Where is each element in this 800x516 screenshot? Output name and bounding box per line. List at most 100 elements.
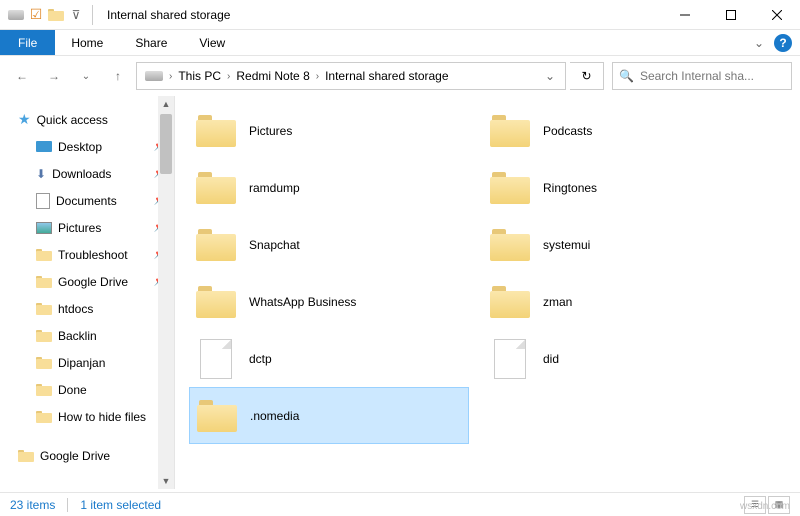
folder-icon: [36, 303, 52, 315]
folder-icon: [36, 411, 52, 423]
file-icon: [489, 338, 531, 380]
search-icon: 🔍: [619, 69, 634, 83]
folder-icon: [489, 224, 531, 266]
folder-icon: [36, 384, 52, 396]
file-item-label: Ringtones: [543, 181, 597, 195]
qat-overflow-icon[interactable]: ⊽: [68, 7, 84, 23]
sidebar-item-label: Desktop: [58, 140, 102, 154]
file-item[interactable]: Ringtones: [483, 159, 763, 216]
sidebar-item-google-drive[interactable]: Google Drive 📌: [0, 268, 174, 295]
search-placeholder: Search Internal sha...: [640, 69, 754, 83]
recent-locations-button[interactable]: ⌄: [72, 62, 100, 90]
refresh-button[interactable]: ↻: [570, 62, 604, 90]
sidebar-item-pictures[interactable]: Pictures 📌: [0, 214, 174, 241]
file-item-label: Podcasts: [543, 124, 592, 138]
folder-qat-icon[interactable]: [48, 7, 64, 23]
ribbon-expand-icon[interactable]: ⌄: [754, 36, 764, 50]
navigation-bar: ← → ⌄ ↑ › This PC › Redmi Note 8 › Inter…: [0, 56, 800, 96]
window-title: Internal shared storage: [107, 8, 230, 22]
folder-icon: [195, 110, 237, 152]
search-box[interactable]: 🔍 Search Internal sha...: [612, 62, 792, 90]
sidebar-scrollbar[interactable]: ▲ ▼: [158, 96, 174, 489]
sidebar-google-drive-root[interactable]: Google Drive: [0, 442, 174, 469]
file-list[interactable]: Pictures Podcasts ramdump Ringtones Snapchat…: [175, 96, 800, 489]
file-item-label: Pictures: [249, 124, 292, 138]
file-item[interactable]: .nomedia: [189, 387, 469, 444]
checkbox-qat-icon[interactable]: ☑: [28, 7, 44, 23]
sidebar-quick-access[interactable]: ★ Quick access: [0, 106, 174, 133]
chevron-right-icon[interactable]: ›: [167, 71, 174, 82]
address-root-icon[interactable]: [141, 71, 167, 81]
quick-access-toolbar: ☑ ⊽ Internal shared storage: [0, 5, 230, 25]
file-item[interactable]: did: [483, 330, 763, 387]
file-item[interactable]: systemui: [483, 216, 763, 273]
minimize-button[interactable]: [662, 0, 708, 30]
sidebar-item-desktop[interactable]: Desktop 📌: [0, 133, 174, 160]
breadcrumb-current[interactable]: Internal shared storage: [321, 69, 452, 83]
address-bar[interactable]: › This PC › Redmi Note 8 › Internal shar…: [136, 62, 566, 90]
status-bar: 23 items 1 item selected ☰ ▦: [0, 492, 800, 516]
folder-icon: [195, 224, 237, 266]
status-selection: 1 item selected: [80, 498, 161, 512]
file-item[interactable]: WhatsApp Business: [189, 273, 469, 330]
file-item[interactable]: Pictures: [189, 102, 469, 159]
ribbon-tab-view[interactable]: View: [183, 30, 241, 55]
divider: [67, 498, 68, 512]
help-icon[interactable]: ?: [774, 34, 792, 52]
status-item-count: 23 items: [10, 498, 55, 512]
scroll-thumb[interactable]: [160, 114, 172, 174]
file-item[interactable]: Snapchat: [189, 216, 469, 273]
chevron-right-icon[interactable]: ›: [225, 71, 232, 82]
chevron-right-icon[interactable]: ›: [314, 71, 321, 82]
downloads-icon: ⬇: [36, 167, 46, 181]
scroll-down-icon[interactable]: ▼: [158, 473, 174, 489]
sidebar-item-howtohide[interactable]: How to hide files: [0, 403, 174, 430]
sidebar-item-htdocs[interactable]: htdocs: [0, 295, 174, 322]
file-item[interactable]: zman: [483, 273, 763, 330]
file-item-label: Snapchat: [249, 238, 300, 252]
folder-icon: [36, 330, 52, 342]
desktop-icon: [36, 141, 52, 152]
ribbon-tab-home[interactable]: Home: [55, 30, 119, 55]
file-item[interactable]: ramdump: [189, 159, 469, 216]
sidebar-item-downloads[interactable]: ⬇ Downloads 📌: [0, 160, 174, 187]
folder-icon: [489, 167, 531, 209]
file-item-label: systemui: [543, 238, 590, 252]
file-icon: [195, 338, 237, 380]
maximize-button[interactable]: [708, 0, 754, 30]
up-button[interactable]: ↑: [104, 62, 132, 90]
folder-icon: [489, 110, 531, 152]
sidebar-item-label: Pictures: [58, 221, 101, 235]
sidebar-item-documents[interactable]: Documents 📌: [0, 187, 174, 214]
close-button[interactable]: [754, 0, 800, 30]
breadcrumb-this-pc[interactable]: This PC: [174, 69, 225, 83]
address-dropdown-icon[interactable]: ⌄: [539, 69, 561, 83]
ribbon-file-tab[interactable]: File: [0, 30, 55, 55]
file-item[interactable]: dctp: [189, 330, 469, 387]
breadcrumb-device[interactable]: Redmi Note 8: [232, 69, 313, 83]
back-button[interactable]: ←: [8, 62, 36, 90]
device-icon: [8, 7, 24, 23]
file-item-label: WhatsApp Business: [249, 295, 356, 309]
file-item-label: ramdump: [249, 181, 300, 195]
sidebar-item-troubleshoot[interactable]: Troubleshoot 📌: [0, 241, 174, 268]
file-item-label: zman: [543, 295, 572, 309]
sidebar-item-dipanjan[interactable]: Dipanjan: [0, 349, 174, 376]
sidebar-item-label: Google Drive: [58, 275, 128, 289]
sidebar-label: Google Drive: [40, 449, 110, 463]
sidebar-item-backlin[interactable]: Backlin: [0, 322, 174, 349]
ribbon-tab-share[interactable]: Share: [119, 30, 183, 55]
window-controls: [662, 0, 800, 30]
forward-button[interactable]: →: [40, 62, 68, 90]
sidebar-item-done[interactable]: Done: [0, 376, 174, 403]
file-item-label: .nomedia: [250, 409, 299, 423]
scroll-up-icon[interactable]: ▲: [158, 96, 174, 112]
folder-icon: [36, 357, 52, 369]
sidebar-item-label: Dipanjan: [58, 356, 105, 370]
folder-icon: [36, 276, 52, 288]
file-item[interactable]: Podcasts: [483, 102, 763, 159]
sidebar-item-label: Downloads: [52, 167, 111, 181]
navigation-pane: ★ Quick access Desktop 📌 ⬇ Downloads 📌 D…: [0, 96, 175, 489]
folder-icon: [195, 281, 237, 323]
folder-icon: [36, 249, 52, 261]
